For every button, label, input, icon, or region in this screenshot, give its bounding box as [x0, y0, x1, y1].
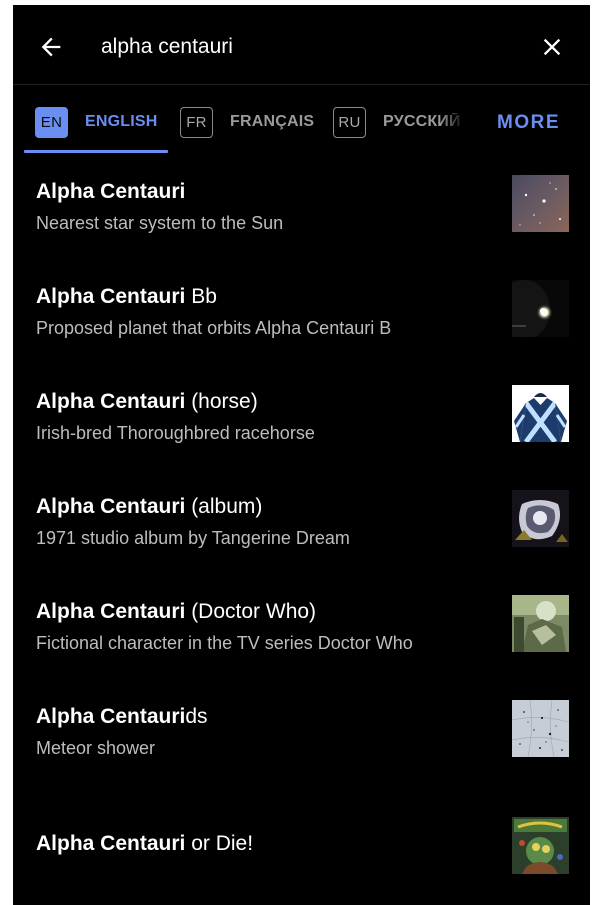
result-title-rest: or Die!: [185, 832, 254, 855]
result-title-rest: (Doctor Who): [185, 600, 317, 623]
result-description: Meteor shower: [36, 738, 156, 758]
back-button[interactable]: [35, 31, 67, 63]
result-description: Fictional character in the TV series Doc…: [36, 633, 413, 653]
result-title-match: Alpha Centauri: [36, 705, 186, 728]
list-item[interactable]: Alpha Centauri Nearest star system to th…: [13, 155, 590, 260]
language-code-badge: RU: [333, 106, 366, 138]
clear-search-button[interactable]: [536, 31, 568, 63]
result-title-match: Alpha Centauri: [36, 832, 186, 855]
list-item[interactable]: Alpha Centauri Bb Proposed planet that o…: [13, 260, 590, 365]
tab-english[interactable]: EN ENGLISH: [35, 106, 158, 138]
language-code-badge: EN: [35, 106, 68, 138]
result-title-match: Alpha Centauri: [36, 600, 186, 623]
result-description: Irish-bred Thoroughbred racehorse: [36, 423, 315, 443]
result-title: Alpha Centauri: [36, 180, 185, 204]
arrow-left-icon: [41, 37, 61, 57]
list-item[interactable]: Alpha Centauri (Doctor Who) Fictional ch…: [13, 575, 590, 680]
search-screen: EN ENGLISH FR FRANÇAIS RU РУССКИЙ MORE A…: [13, 5, 590, 905]
star-chart-image: [512, 700, 569, 757]
tab-french[interactable]: FR FRANÇAIS: [180, 106, 314, 138]
search-bar: [13, 5, 590, 85]
language-code-badge: FR: [180, 106, 213, 138]
result-title-match: Alpha Centauri: [36, 285, 186, 308]
search-results-list: Alpha Centauri Nearest star system to th…: [13, 155, 590, 890]
language-name: ENGLISH: [85, 113, 158, 130]
close-icon: [543, 38, 561, 56]
search-input[interactable]: [101, 31, 501, 63]
language-name: РУССКИЙ: [383, 113, 461, 130]
result-title: Alpha Centauri (album): [36, 495, 262, 519]
tab-russian[interactable]: RU РУССКИЙ: [333, 106, 465, 138]
result-title: Alpha Centaurids: [36, 705, 208, 729]
star-field-image: [512, 175, 569, 232]
list-item[interactable]: Alpha Centauri (album) 1971 studio album…: [13, 470, 590, 575]
result-title-rest: (album): [185, 495, 263, 518]
result-title-match: Alpha Centauri: [36, 495, 186, 518]
album-cover-image: [512, 490, 569, 547]
result-title: Alpha Centauri (Doctor Who): [36, 600, 316, 624]
result-title: Alpha Centauri Bb: [36, 285, 217, 309]
result-title-match: Alpha Centauri: [36, 180, 186, 203]
result-title-rest: ds: [185, 705, 208, 728]
language-name: FRANÇAIS: [230, 113, 315, 130]
planet-image: [512, 280, 569, 337]
list-item[interactable]: Alpha Centauri or Die!: [13, 785, 590, 890]
tv-character-image: [512, 595, 569, 652]
result-description: 1971 studio album by Tangerine Dream: [36, 528, 350, 548]
result-title-rest: (horse): [185, 390, 258, 413]
result-title: Alpha Centauri or Die!: [36, 832, 253, 856]
result-title-rest: Bb: [185, 285, 217, 308]
list-item[interactable]: Alpha Centauri (horse) Irish-bred Thorou…: [13, 365, 590, 470]
comic-cover-image: [512, 817, 569, 874]
list-item[interactable]: Alpha Centaurids Meteor shower: [13, 680, 590, 785]
result-description: Proposed planet that orbits Alpha Centau…: [36, 318, 392, 338]
jockey-silks-image: [512, 385, 569, 442]
language-tabs: EN ENGLISH FR FRANÇAIS RU РУССКИЙ MORE: [13, 85, 590, 155]
result-description: Nearest star system to the Sun: [36, 213, 284, 233]
more-languages-button[interactable]: MORE: [497, 111, 560, 135]
result-title: Alpha Centauri (horse): [36, 390, 258, 414]
active-tab-indicator: [24, 150, 168, 153]
result-title-match: Alpha Centauri: [36, 390, 186, 413]
